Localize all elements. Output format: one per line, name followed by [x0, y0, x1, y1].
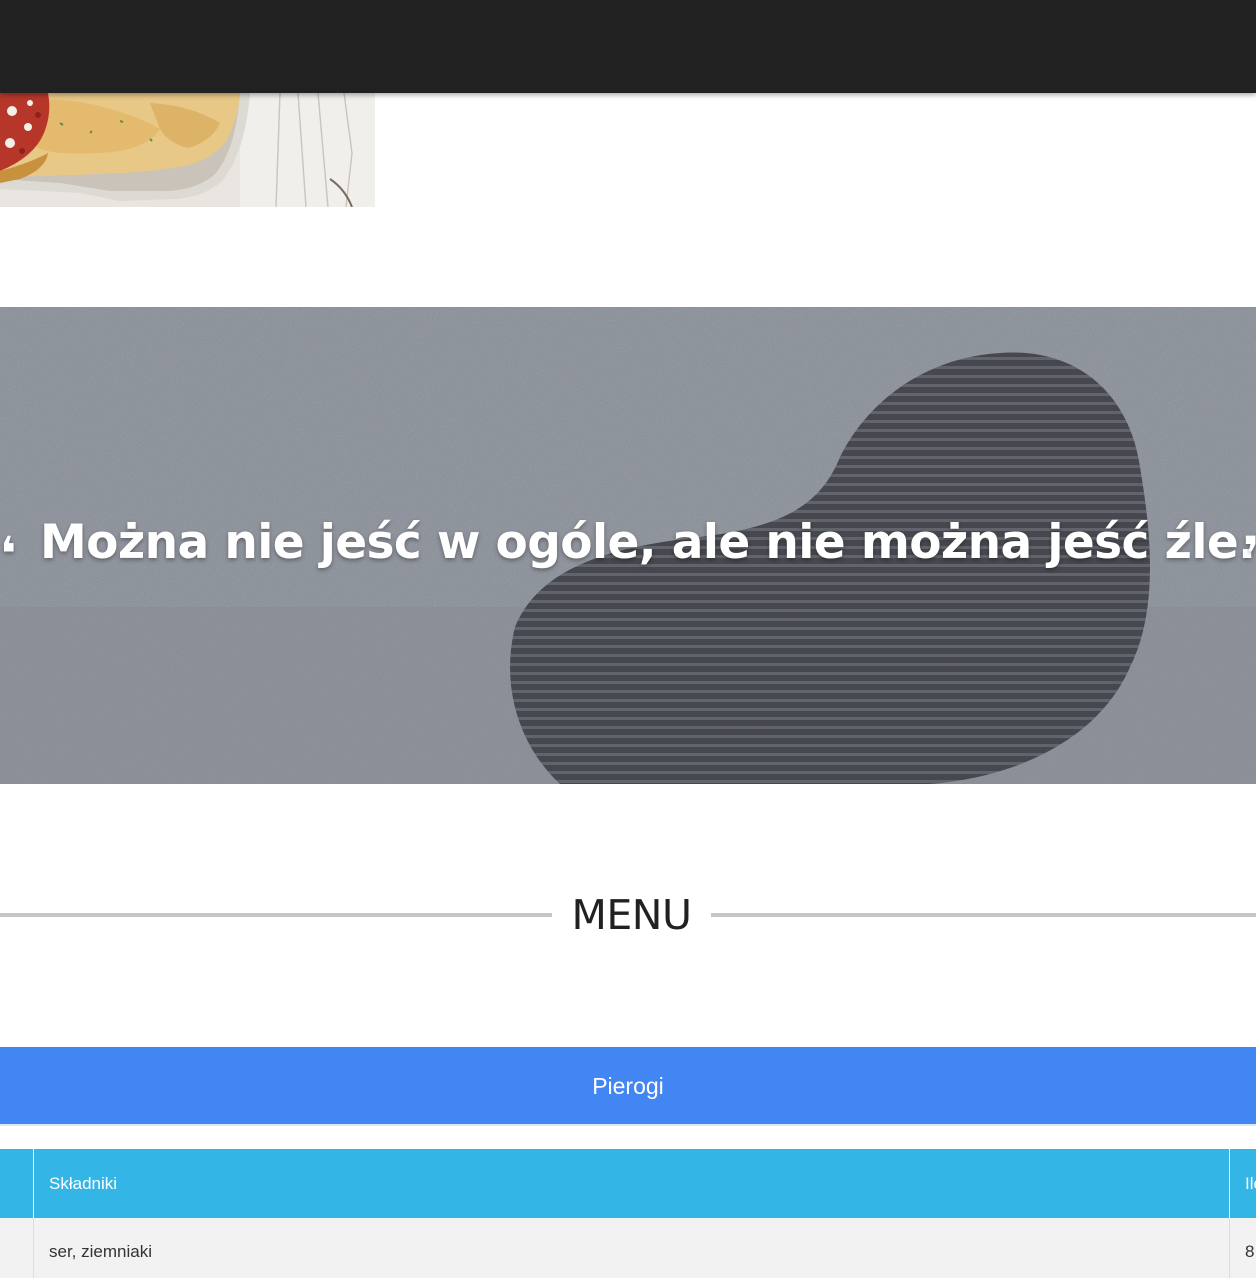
top-navigation-bar — [0, 0, 1256, 93]
quote-text: Można nie jeść w ogóle, ale nie można je… — [40, 515, 1256, 570]
table-cell-ilosc: 8 — [1245, 1242, 1255, 1261]
table-header-row: Składniki Ilość — [0, 1149, 1256, 1218]
menu-title: MENU — [571, 891, 692, 939]
table-cell — [0, 1218, 34, 1278]
quote-banner: ❛ Można nie jeść w ogóle, ale nie można … — [0, 307, 1256, 784]
table-header-ilosc: Ilość — [1245, 1174, 1256, 1193]
table-header-cell — [0, 1149, 34, 1218]
dish-photo — [0, 93, 375, 207]
close-quote-icon: ❜ — [1243, 527, 1256, 582]
open-quote-icon: ❛ — [0, 527, 17, 582]
heading-rule-left — [0, 913, 552, 917]
category-pierogi-toggle[interactable]: Pierogi — [0, 1047, 1256, 1126]
table-row: ser, ziemniaki 8 — [0, 1218, 1256, 1278]
heading-rule-right — [711, 913, 1256, 917]
table-cell-skladniki: ser, ziemniaki — [34, 1218, 1230, 1278]
table-header-skladniki: Składniki — [34, 1149, 1230, 1218]
quote-line: ❛ Można nie jeść w ogóle, ale nie można … — [0, 508, 1256, 582]
menu-section-heading: MENU — [0, 884, 1256, 946]
